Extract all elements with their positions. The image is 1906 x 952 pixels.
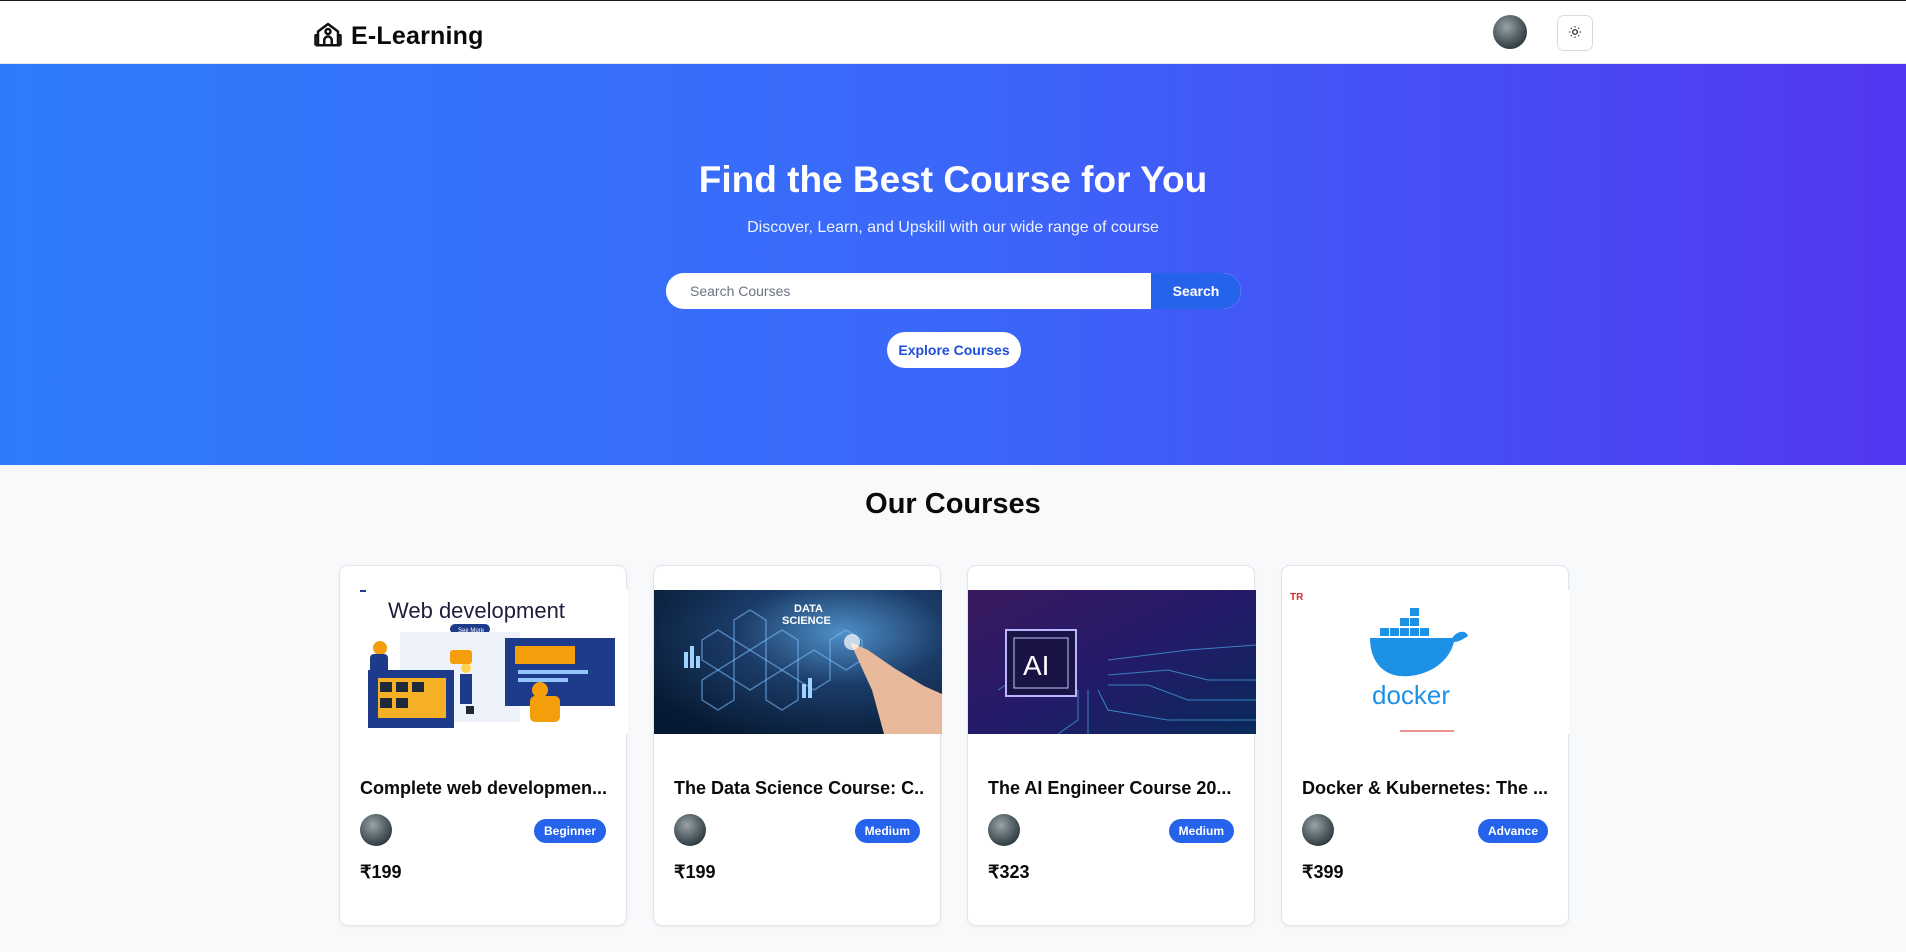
hero-section: Find the Best Course for You Discover, L…	[0, 64, 1906, 465]
user-avatar[interactable]	[1493, 15, 1527, 49]
theme-toggle-button[interactable]	[1557, 15, 1593, 51]
course-thumbnail: Web development See More	[340, 590, 628, 734]
courses-section-title: Our Courses	[865, 488, 1041, 520]
course-price: ₹199	[360, 862, 402, 882]
thumb-badge: TR	[1290, 592, 1304, 603]
search-input[interactable]	[666, 273, 1151, 309]
instructor-avatar	[360, 814, 392, 846]
course-thumbnail: DATA SCIENCE	[654, 590, 942, 734]
thumb-text: Web development	[388, 598, 565, 623]
instructor-avatar	[1302, 814, 1334, 846]
navbar: E-Learning	[0, 0, 1906, 64]
thumb-text-1: DATA	[794, 603, 823, 615]
thumb-text: docker	[1372, 680, 1450, 710]
level-badge: Advance	[1477, 819, 1548, 843]
instructor-avatar	[988, 814, 1020, 846]
brand-link[interactable]: E-Learning	[313, 19, 484, 54]
instructor-avatar	[674, 814, 706, 846]
thumb-text: AI	[1023, 650, 1049, 681]
course-title[interactable]: Complete web developmen...	[360, 778, 610, 799]
hero-title: Find the Best Course for You	[698, 159, 1208, 200]
thumb-text-2: SCIENCE	[782, 615, 831, 627]
course-title[interactable]: The Data Science Course: C...	[674, 778, 924, 799]
sun-icon	[1568, 25, 1582, 42]
course-thumbnail: AI	[968, 590, 1256, 734]
brand-name: E-Learning	[351, 22, 484, 50]
course-card[interactable]: AI The AI Engineer Course 20... Medium ₹…	[967, 565, 1256, 926]
course-price: ₹323	[988, 862, 1030, 882]
school-icon	[313, 19, 343, 54]
course-title[interactable]: The AI Engineer Course 20...	[988, 778, 1238, 799]
course-price: ₹199	[674, 862, 716, 882]
hero-subtitle: Discover, Learn, and Upskill with our wi…	[747, 219, 1159, 236]
explore-courses-button[interactable]: Explore Courses	[887, 332, 1021, 368]
course-price: ₹399	[1302, 862, 1344, 882]
level-badge: Beginner	[533, 819, 606, 843]
level-badge: Medium	[1168, 819, 1234, 843]
course-card[interactable]: DATA SCIENCE The Data Science Course: C.…	[653, 565, 942, 926]
search-button[interactable]: Search	[1151, 273, 1241, 309]
course-card[interactable]: TR docker Docker & Kubernetes: The ... A…	[1281, 565, 1570, 926]
course-title[interactable]: Docker & Kubernetes: The ...	[1302, 778, 1552, 799]
course-card[interactable]: Web development See More Complete web de…	[339, 565, 628, 926]
level-badge: Medium	[854, 819, 920, 843]
search-bar: Search	[666, 273, 1241, 309]
course-thumbnail: TR docker	[1282, 590, 1570, 734]
